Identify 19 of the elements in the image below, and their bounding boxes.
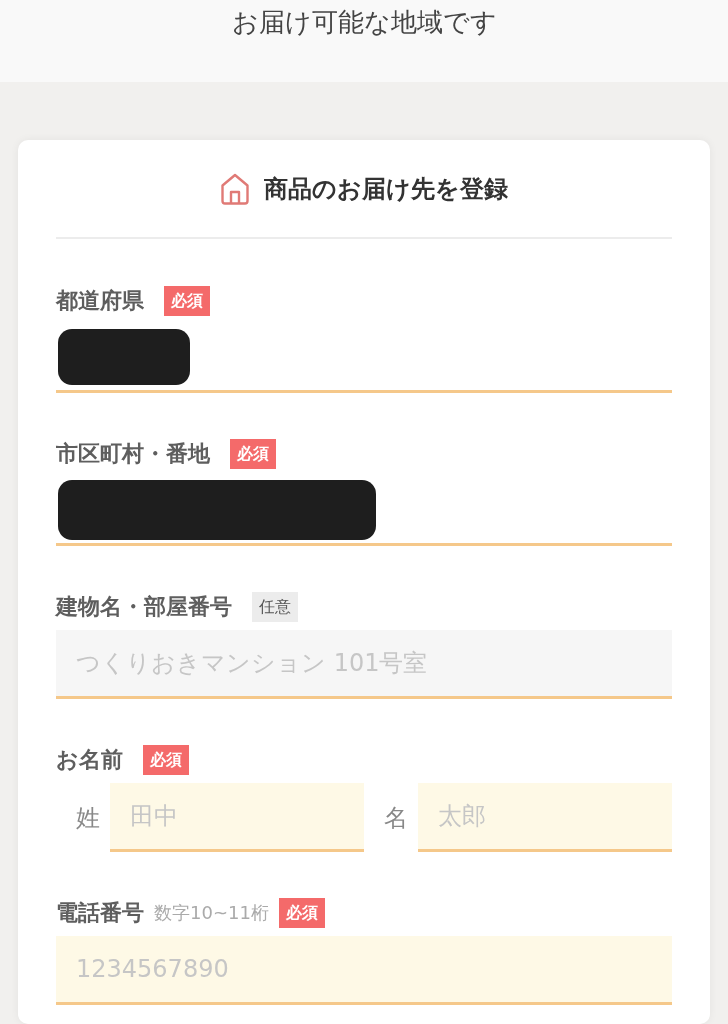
- header-text: お届け可能な地域です: [231, 6, 497, 39]
- name-part-label: 名: [383, 802, 409, 834]
- required-badge: 必須: [164, 286, 210, 316]
- card-title: 商品のお届け先を登録: [264, 174, 508, 205]
- input-field[interactable]: 田中: [110, 783, 364, 852]
- field-label: 電話番号: [56, 899, 144, 927]
- required-badge: 必須: [143, 745, 189, 775]
- input-field[interactable]: 1234567890: [56, 936, 672, 1005]
- house-icon: [220, 173, 250, 205]
- required-badge: 必須: [278, 898, 325, 928]
- field-label: 都道府県: [56, 287, 144, 315]
- input-field[interactable]: 太郎: [418, 783, 672, 852]
- optional-badge: 任意: [252, 592, 298, 622]
- field-label: 建物名・部屋番号: [56, 593, 232, 621]
- field-label: 市区町村・番地: [56, 440, 210, 468]
- required-badge: 必須: [230, 439, 276, 469]
- name-part-label: 姓: [75, 802, 101, 834]
- field-hint: 数字10~11桁: [154, 901, 269, 925]
- field-label: お名前: [56, 746, 123, 774]
